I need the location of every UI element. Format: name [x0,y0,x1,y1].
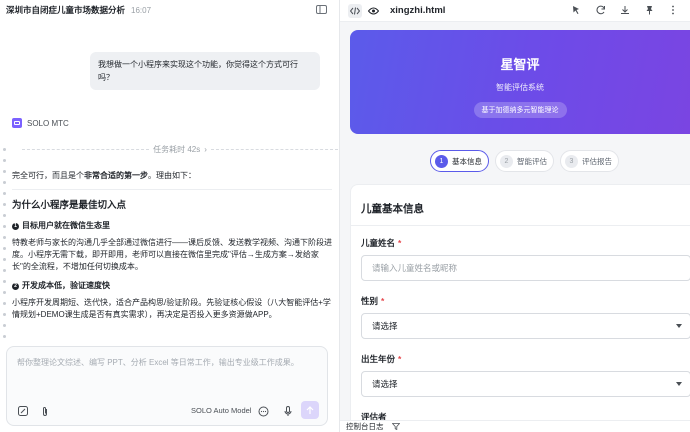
task-duration-label: 任务耗时 42s [153,145,201,154]
agent-message: 完全可行，而且是个非常合适的第一步。理由如下： 为什么小程序是最佳切入点 1 目标… [12,170,332,328]
refresh-icon[interactable] [594,3,608,17]
agent-avatar-icon [12,118,22,128]
step-assessment[interactable]: 2 智能评估 [495,150,554,172]
arrow-up-icon [306,405,314,414]
chat-input-box[interactable]: 帮你整理论文综述、编写 PPT、分析 Excel 等日常工作，输出专业级工作成果… [6,346,328,426]
attach-icon[interactable] [39,405,51,417]
filter-icon[interactable] [391,423,400,431]
point-1-title: 1 目标用户就在微信生态里 [12,220,332,232]
microphone-icon[interactable] [282,405,294,417]
caret-down-icon [676,382,682,386]
hero-title: 星智评 [500,57,540,72]
model-selector[interactable]: SOLO Auto Model [191,406,251,415]
section-heading: 为什么小程序是最佳切入点 [12,200,127,211]
child-name-input[interactable]: 请输入儿童姓名或昵称 [361,255,690,281]
pin-icon[interactable] [642,3,656,17]
number-two-icon: 2 [12,282,19,290]
gender-label: 性别 * [361,296,385,306]
preview-toolbar: xingzhi.html [340,0,690,22]
step-indicator: 1 基本信息 2 智能评估 3 评估报告 [430,150,625,172]
preview-eye-icon[interactable] [366,4,380,18]
more-options-icon[interactable] [666,3,680,17]
agent-name: SOLO MTC [27,118,69,128]
chevron-right-icon: › [204,145,207,154]
caret-down-icon [676,324,682,328]
console-bar[interactable]: 控制台日志 [340,420,690,432]
chat-input-placeholder[interactable]: 帮你整理论文综述、编写 PPT、分析 Excel 等日常工作，输出专业级工作成果… [17,357,299,368]
file-name: xingzhi.html [390,5,446,16]
hero-banner: 星智评 智能评估系统 基于加德纳多元智能理论 [350,30,690,134]
send-button[interactable] [301,401,319,419]
chat-time: 16:07 [131,5,152,15]
agent-header: SOLO MTC [12,118,69,128]
card-title: 儿童基本信息 [361,203,424,215]
code-view-icon[interactable] [348,3,362,18]
hero-badge: 基于加德纳多元智能理论 [473,102,567,118]
point-2-body: 小程序开发周期短、迭代快，适合产品构思/验证阶段。先验证核心假设（八大智能评估+… [12,298,331,319]
chat-header: 深圳市自闭症儿童市场数据分析 16:07 [0,0,339,20]
gender-select[interactable]: 请选择 [361,313,690,339]
birth-year-label: 出生年份 * [361,354,402,364]
point-2-title: 2 开发成本低，验证速度快 [12,280,332,292]
number-one-icon: 1 [12,222,19,230]
basic-info-card: 儿童基本信息 儿童姓名 * 请输入儿童姓名或昵称 性别 * 请选择 出生年份 * 请选… [350,184,690,432]
cursor-select-icon[interactable] [570,3,584,17]
chat-bubble-icon[interactable] [257,405,269,417]
edit-icon[interactable] [17,405,29,417]
birth-year-select[interactable]: 请选择 [361,371,690,397]
intro-paragraph: 完全可行，而且是个非常合适的第一步。理由如下： [12,171,196,180]
chat-title: 深圳市自闭症儿童市场数据分析 [6,5,126,15]
scroll-dots [3,148,7,346]
name-label: 儿童姓名 * [361,238,402,248]
task-duration-divider[interactable]: 任务耗时 42s › [22,144,339,155]
hero-subtitle: 智能评估系统 [496,83,544,92]
step-basic-info[interactable]: 1 基本信息 [430,150,489,172]
preview-panel: xingzhi.html 星智评 智能评估系统 基于加德纳多元智能理论 1基本信… [340,0,690,432]
user-message-bubble: 我想做一个小程序来实现这个功能，你觉得这个方式可行吗？ [90,52,320,90]
download-icon[interactable] [618,3,632,17]
point-1-body: 特教老师与家长的沟通几乎全部通过微信进行——课后反馈、发送教学视频、沟通下阶段进… [12,238,332,271]
step-report[interactable]: 3 评估报告 [560,150,619,172]
console-label: 控制台日志 [346,422,384,431]
divider [12,189,332,190]
collapse-panel-icon[interactable] [315,4,327,15]
chat-panel: 深圳市自闭症儿童市场数据分析 16:07 我想做一个小程序来实现这个功能，你觉得… [0,0,340,432]
